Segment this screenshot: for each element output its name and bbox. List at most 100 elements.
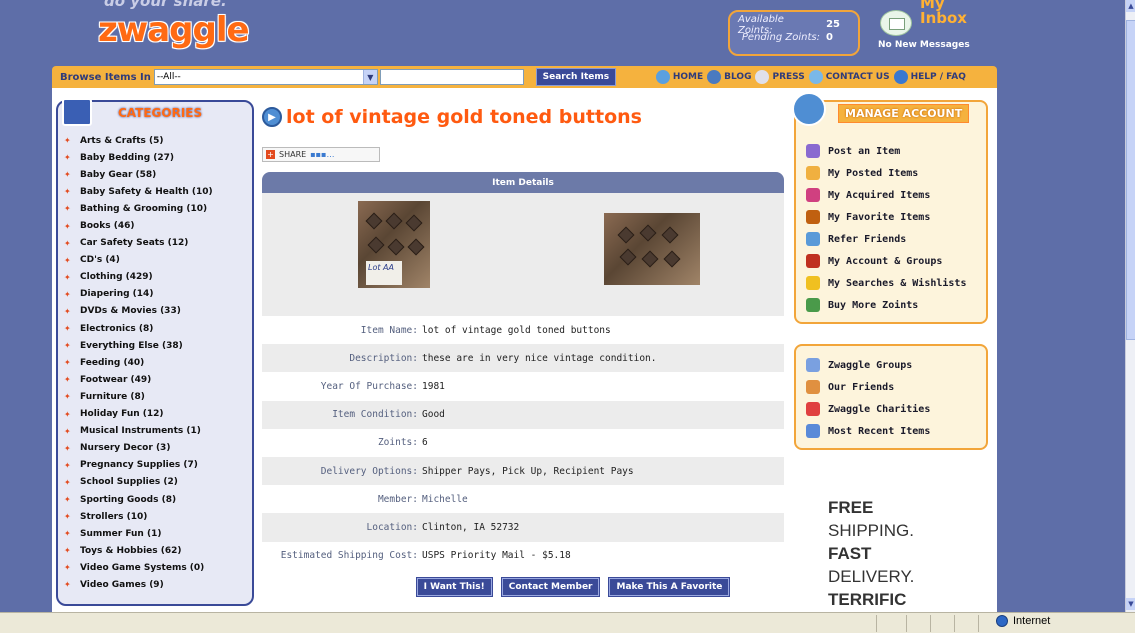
- nav-home[interactable]: HOME: [655, 70, 703, 84]
- scroll-thumb[interactable]: [1126, 20, 1135, 340]
- category-label[interactable]: Video Game Systems (0): [80, 563, 204, 573]
- nav-contact-label[interactable]: CONTACT US: [826, 72, 890, 82]
- scroll-down-icon[interactable]: ▼: [1126, 598, 1135, 610]
- category-label[interactable]: Car Safety Seats (12): [80, 238, 188, 248]
- link-label[interactable]: Our Friends: [828, 382, 894, 393]
- scroll-up-icon[interactable]: ▲: [1126, 0, 1135, 12]
- member-link[interactable]: Michelle: [422, 494, 468, 505]
- menu-item-account-groups[interactable]: My Account & Groups: [806, 250, 966, 272]
- category-item[interactable]: ✦ Everything Else (38): [62, 337, 252, 354]
- category-label[interactable]: Everything Else (38): [80, 341, 183, 351]
- category-item[interactable]: ✦ Baby Bedding (27): [62, 149, 252, 166]
- category-label[interactable]: Baby Safety & Health (10): [80, 187, 213, 197]
- category-label[interactable]: DVDs & Movies (33): [80, 306, 181, 316]
- category-label[interactable]: Baby Gear (58): [80, 170, 156, 180]
- category-item[interactable]: ✦ Car Safety Seats (12): [62, 235, 252, 252]
- chevron-down-icon[interactable]: ▼: [362, 70, 377, 84]
- inbox-title[interactable]: My Inbox: [920, 0, 980, 26]
- category-label[interactable]: School Supplies (2): [80, 477, 178, 487]
- search-input[interactable]: [379, 69, 524, 85]
- category-label[interactable]: Furniture (8): [80, 392, 145, 402]
- nav-press[interactable]: PRESS: [755, 70, 805, 84]
- category-item[interactable]: ✦ Nursery Decor (3): [62, 440, 252, 457]
- category-item[interactable]: ✦ Electronics (8): [62, 320, 252, 337]
- menu-item-label[interactable]: My Account & Groups: [828, 256, 942, 267]
- zwaggle-logo[interactable]: zwaggle: [98, 10, 250, 50]
- link-label[interactable]: Zwaggle Charities: [828, 404, 930, 415]
- category-label[interactable]: Bathing & Grooming (10): [80, 204, 207, 214]
- category-item[interactable]: ✦ Musical Instruments (1): [62, 423, 252, 440]
- link-label[interactable]: Zwaggle Groups: [828, 360, 912, 371]
- category-label[interactable]: Diapering (14): [80, 289, 153, 299]
- category-item[interactable]: ✦ Baby Safety & Health (10): [62, 183, 252, 200]
- category-select[interactable]: --All-- ▼: [153, 69, 378, 85]
- category-item[interactable]: ✦ Clothing (429): [62, 269, 252, 286]
- menu-item-label[interactable]: My Favorite Items: [828, 212, 930, 223]
- category-label[interactable]: Sporting Goods (8): [80, 495, 176, 505]
- category-item[interactable]: ✦ Video Game Systems (0): [62, 559, 252, 576]
- category-label[interactable]: Nursery Decor (3): [80, 443, 170, 453]
- category-item[interactable]: ✦ Bathing & Grooming (10): [62, 200, 252, 217]
- category-label[interactable]: Clothing (429): [80, 272, 153, 282]
- link-our-friends[interactable]: Our Friends: [806, 376, 930, 398]
- menu-item-label[interactable]: Post an Item: [828, 146, 900, 157]
- search-button[interactable]: Search Items: [535, 68, 616, 86]
- menu-item-favorite-items[interactable]: My Favorite Items: [806, 206, 966, 228]
- nav-help[interactable]: HELP / FAQ: [893, 70, 966, 84]
- link-zwaggle-charities[interactable]: Zwaggle Charities: [806, 398, 930, 420]
- shipping-ad[interactable]: FREE SHIPPING. FAST DELIVERY. TERRIFIC: [828, 496, 978, 611]
- category-label[interactable]: Summer Fun (1): [80, 529, 161, 539]
- menu-item-label[interactable]: My Posted Items: [828, 168, 918, 179]
- category-label[interactable]: Footwear (49): [80, 375, 151, 385]
- make-favorite-button[interactable]: Make This A Favorite: [609, 577, 730, 596]
- nav-home-label[interactable]: HOME: [673, 72, 703, 82]
- item-photo-1[interactable]: Lot AA: [358, 201, 430, 288]
- menu-item-post-item[interactable]: Post an Item: [806, 140, 966, 162]
- category-label[interactable]: CD's (4): [80, 255, 120, 265]
- category-label[interactable]: Holiday Fun (12): [80, 409, 164, 419]
- category-label[interactable]: Books (46): [80, 221, 134, 231]
- menu-item-searches-wishlists[interactable]: My Searches & Wishlists: [806, 272, 966, 294]
- category-item[interactable]: ✦ Toys & Hobbies (62): [62, 542, 252, 559]
- menu-item-acquired-items[interactable]: My Acquired Items: [806, 184, 966, 206]
- category-item[interactable]: ✦ Footwear (49): [62, 371, 252, 388]
- category-item[interactable]: ✦ Furniture (8): [62, 388, 252, 405]
- nav-blog[interactable]: BLOG: [707, 70, 751, 84]
- nav-help-label[interactable]: HELP / FAQ: [911, 72, 966, 82]
- category-item[interactable]: ✦ Video Games (9): [62, 576, 252, 593]
- menu-item-label[interactable]: My Searches & Wishlists: [828, 278, 966, 289]
- category-item[interactable]: ✦ Arts & Crafts (5): [62, 132, 252, 149]
- category-label[interactable]: Musical Instruments (1): [80, 426, 201, 436]
- link-most-recent-items[interactable]: Most Recent Items: [806, 420, 930, 442]
- category-item[interactable]: ✦ Baby Gear (58): [62, 166, 252, 183]
- menu-item-label[interactable]: My Acquired Items: [828, 190, 930, 201]
- i-want-this-button[interactable]: I Want This!: [416, 577, 492, 596]
- category-item[interactable]: ✦ Summer Fun (1): [62, 525, 252, 542]
- menu-item-label[interactable]: Refer Friends: [828, 234, 906, 245]
- inbox-link[interactable]: My Inbox No New Messages: [876, 0, 986, 56]
- category-label[interactable]: Pregnancy Supplies (7): [80, 460, 198, 470]
- category-item[interactable]: ✦ DVDs & Movies (33): [62, 303, 252, 320]
- menu-item-refer-friends[interactable]: Refer Friends: [806, 228, 966, 250]
- link-zwaggle-groups[interactable]: Zwaggle Groups: [806, 354, 930, 376]
- category-label[interactable]: Electronics (8): [80, 324, 153, 334]
- category-item[interactable]: ✦ Books (46): [62, 217, 252, 234]
- item-photo-2[interactable]: [604, 213, 700, 285]
- menu-item-posted-items[interactable]: My Posted Items: [806, 162, 966, 184]
- menu-item-label[interactable]: Buy More Zoints: [828, 300, 918, 311]
- category-item[interactable]: ✦ Holiday Fun (12): [62, 406, 252, 423]
- category-label[interactable]: Video Games (9): [80, 580, 164, 590]
- category-item[interactable]: ✦ School Supplies (2): [62, 474, 252, 491]
- category-item[interactable]: ✦ Diapering (14): [62, 286, 252, 303]
- vertical-scrollbar[interactable]: ▲ ▼: [1125, 0, 1135, 612]
- category-label[interactable]: Baby Bedding (27): [80, 153, 174, 163]
- category-label[interactable]: Feeding (40): [80, 358, 144, 368]
- menu-item-buy-zoints[interactable]: Buy More Zoints: [806, 294, 966, 316]
- category-label[interactable]: Strollers (10): [80, 512, 147, 522]
- category-item[interactable]: ✦ Feeding (40): [62, 354, 252, 371]
- category-label[interactable]: Arts & Crafts (5): [80, 136, 164, 146]
- category-item[interactable]: ✦ Strollers (10): [62, 508, 252, 525]
- nav-blog-label[interactable]: BLOG: [724, 72, 751, 82]
- link-label[interactable]: Most Recent Items: [828, 426, 930, 437]
- nav-press-label[interactable]: PRESS: [772, 72, 804, 82]
